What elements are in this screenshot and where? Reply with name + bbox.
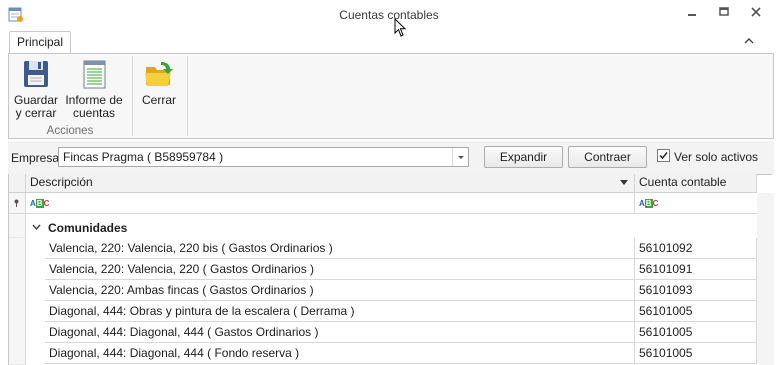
floppy-disk-icon — [24, 61, 48, 87]
expand-button[interactable]: Expandir — [484, 146, 563, 168]
minimize-button[interactable] — [682, 6, 702, 24]
table-row-cuenta[interactable]: 56101005 — [635, 301, 757, 322]
sort-dropdown-icon[interactable] — [620, 180, 628, 186]
filter-row-indicator — [9, 193, 26, 214]
table-row-cuenta[interactable]: 56101005 — [635, 343, 757, 364]
save-label-line-2: y cerrar — [15, 106, 57, 120]
folder-icon — [145, 62, 173, 86]
table-row-descripcion[interactable]: Diagonal, 444: Diagonal, 444 ( Fondo res… — [45, 343, 635, 364]
checkmark-icon — [659, 151, 668, 160]
table-row-descripcion[interactable]: Valencia, 220: Ambas fincas ( Gastos Ord… — [45, 280, 635, 301]
column-header-descripcion-label: Descripción — [30, 175, 93, 189]
group-label: Comunidades — [48, 221, 128, 235]
dropdown-arrow-icon — [458, 156, 464, 159]
show-active-label[interactable]: Ver solo activos — [674, 150, 758, 164]
cuenta-filter-cell[interactable]: ABC — [635, 193, 757, 214]
vertical-scrollbar[interactable] — [757, 193, 774, 365]
row-indicator-column — [9, 238, 26, 365]
show-active-checkbox[interactable] — [657, 149, 670, 162]
table-row-cuenta[interactable]: 56101005 — [635, 322, 757, 343]
restore-button[interactable] — [714, 6, 734, 24]
table-row-cuenta[interactable]: 56101092 — [635, 238, 757, 259]
ribbon-collapse-chevron-icon[interactable] — [742, 34, 756, 48]
table-row-descripcion[interactable]: Diagonal, 444: Diagonal, 444 ( Gastos Or… — [45, 322, 635, 343]
table-row-descripcion[interactable]: Valencia, 220: Valencia, 220 ( Gastos Or… — [45, 259, 635, 280]
table-row-descripcion[interactable]: Valencia, 220: Valencia, 220 bis ( Gasto… — [45, 238, 635, 259]
tab-principal[interactable]: Principal — [9, 31, 71, 54]
row-indicator-header — [9, 174, 26, 193]
filter-pin-icon — [14, 199, 19, 207]
collapse-button[interactable]: Contraer — [568, 146, 647, 168]
minimize-icon — [688, 14, 696, 16]
report-icon — [83, 60, 106, 89]
group-row-comunidades[interactable]: Comunidades — [26, 216, 750, 238]
report-accounts-button[interactable]: Informe de cuentas — [63, 58, 125, 120]
ribbon-group-separator — [132, 56, 133, 136]
close-label: Cerrar — [141, 93, 176, 107]
restore-icon — [719, 7, 729, 16]
column-header-cuenta[interactable]: Cuenta contable — [635, 174, 757, 193]
row-indicator — [9, 214, 26, 238]
column-header-descripcion[interactable]: Descripción — [26, 174, 635, 193]
report-label-line-2: cuentas — [72, 106, 116, 120]
group-indent — [26, 238, 46, 365]
text-filter-icon: ABC — [30, 199, 50, 208]
close-button[interactable] — [746, 6, 766, 24]
close-icon — [751, 7, 761, 17]
ribbon-group-label-acciones: Acciones — [46, 125, 94, 137]
table-row-descripcion[interactable]: Diagonal, 444: Obras y pintura de la esc… — [45, 301, 635, 322]
table-row-cuenta[interactable]: 56101091 — [635, 259, 757, 280]
text-filter-icon: ABC — [639, 199, 659, 208]
empresa-value[interactable]: Fincas Pragma ( B58959784 ) — [63, 150, 223, 164]
mouse-cursor-icon — [394, 18, 407, 37]
chevron-down-icon[interactable] — [32, 224, 41, 231]
table-row-cuenta[interactable]: 56101093 — [635, 280, 757, 301]
save-and-close-button[interactable]: Guardar y cerrar — [11, 58, 61, 120]
empresa-dropdown-button[interactable] — [452, 148, 469, 166]
descripcion-filter-cell[interactable]: ABC — [26, 193, 635, 214]
empresa-label: Empresa: — [11, 151, 63, 165]
close-window-button[interactable]: Cerrar — [137, 58, 181, 107]
ribbon-group-separator — [187, 56, 188, 136]
window-title: Cuentas contables — [339, 8, 439, 22]
